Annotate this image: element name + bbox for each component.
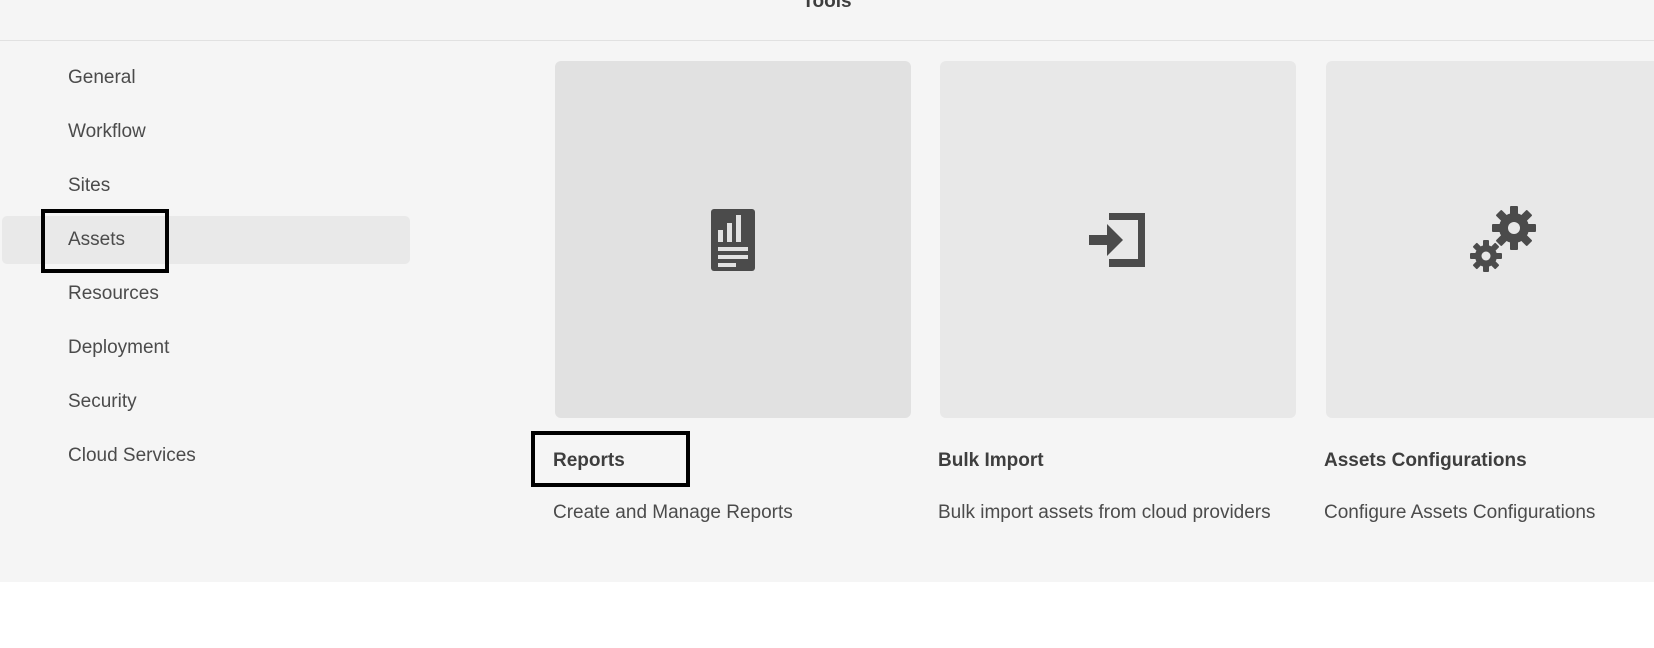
sidebar-item-resources[interactable]: Resources	[2, 270, 410, 318]
tool-card-reports[interactable]: Reports Create and Manage Reports	[553, 61, 911, 523]
sidebar-item-label: Resources	[68, 283, 159, 304]
tool-card-bulk-import[interactable]: Bulk Import Bulk import assets from clou…	[938, 61, 1296, 523]
card-description: Configure Assets Configurations	[1324, 502, 1596, 523]
sidebar-item-cloud-services[interactable]: Cloud Services	[2, 432, 410, 480]
sidebar-item-workflow[interactable]: Workflow	[2, 108, 410, 156]
sidebar-item-label: Cloud Services	[68, 445, 196, 466]
sidebar-item-sites[interactable]: Sites	[2, 162, 410, 210]
card-description: Create and Manage Reports	[553, 502, 793, 523]
sidebar-item-label: Sites	[68, 175, 111, 196]
tools-sidebar: General Workflow Sites Assets Resources …	[0, 40, 412, 560]
card-title: Bulk Import	[938, 450, 1044, 471]
gears-icon	[1470, 205, 1536, 272]
card-description: Bulk import assets from cloud providers	[938, 502, 1271, 523]
card-thumbnail[interactable]	[1326, 61, 1654, 418]
sidebar-item-label: Assets	[68, 229, 126, 250]
sidebar-item-deployment[interactable]: Deployment	[2, 324, 410, 372]
card-title: Reports	[553, 450, 625, 471]
sidebar-item-assets[interactable]: Assets	[2, 216, 410, 264]
top-bar: Tools	[0, 0, 1654, 41]
card-thumbnail[interactable]	[940, 61, 1296, 418]
sidebar-item-label: Deployment	[68, 337, 170, 358]
import-icon	[1089, 212, 1145, 267]
report-icon	[711, 208, 755, 271]
sidebar-item-label: Workflow	[68, 121, 146, 142]
card-title: Assets Configurations	[1324, 450, 1527, 471]
tools-console: Tools General Workflow Sites Assets Reso…	[0, 0, 1654, 582]
card-thumbnail[interactable]	[555, 61, 911, 418]
sidebar-item-label: Security	[68, 391, 137, 412]
tool-card-assets-configurations[interactable]: Assets Configurations Configure Assets C…	[1324, 61, 1654, 523]
sidebar-item-label: General	[68, 67, 136, 88]
sidebar-item-general[interactable]: General	[2, 54, 410, 102]
sidebar-item-security[interactable]: Security	[2, 378, 410, 426]
page-title: Tools	[802, 0, 852, 12]
